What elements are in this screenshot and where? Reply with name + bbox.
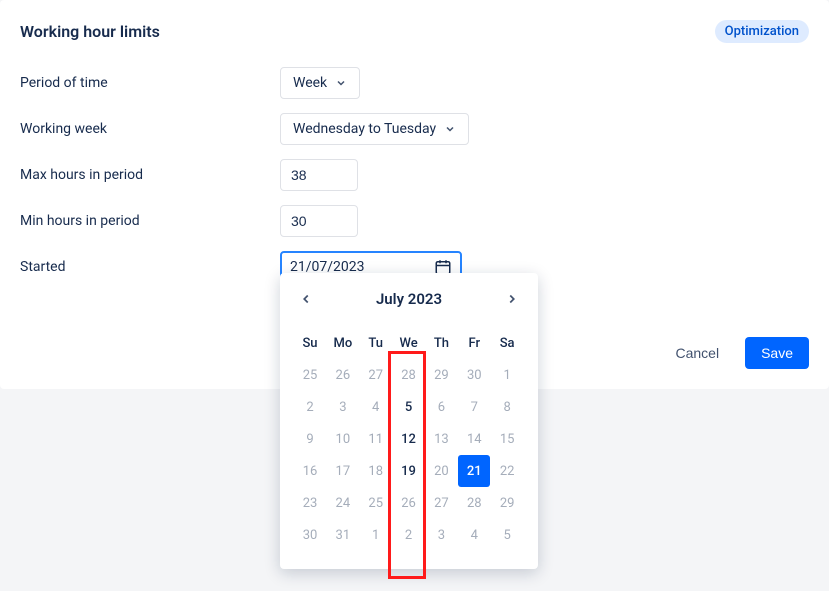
day-of-week-header: Th [425, 327, 457, 359]
working-week-label: Working week [20, 121, 280, 137]
day-of-week-header: Mo [327, 327, 359, 359]
panel-title: Working hour limits [20, 22, 160, 41]
save-button[interactable]: Save [745, 337, 809, 369]
calendar-day[interactable]: 23 [294, 487, 326, 519]
date-picker-grid: SuMoTuWeThFrSa25262728293012345678910111… [294, 327, 524, 551]
working-week-select[interactable]: Wednesday to Tuesday [280, 113, 469, 145]
period-label: Period of time [20, 75, 280, 91]
calendar-day[interactable]: 26 [393, 487, 425, 519]
calendar-day[interactable]: 13 [425, 423, 457, 455]
day-of-week-header: Fr [458, 327, 490, 359]
calendar-day[interactable]: 27 [360, 359, 392, 391]
max-hours-label: Max hours in period [20, 167, 280, 183]
calendar-day[interactable]: 30 [458, 359, 490, 391]
calendar-day[interactable]: 10 [327, 423, 359, 455]
day-of-week-header: Su [294, 327, 326, 359]
panel-header: Working hour limits Optimization [20, 20, 809, 43]
calendar-day[interactable]: 16 [294, 455, 326, 487]
working-week-value: Wednesday to Tuesday [293, 121, 436, 137]
calendar-day[interactable]: 2 [393, 519, 425, 551]
calendar-day[interactable]: 11 [360, 423, 392, 455]
calendar-day[interactable]: 3 [327, 391, 359, 423]
calendar-day[interactable]: 15 [491, 423, 523, 455]
calendar-day[interactable]: 26 [327, 359, 359, 391]
calendar-day[interactable]: 2 [294, 391, 326, 423]
min-hours-input[interactable] [280, 205, 358, 237]
date-picker-month: July 2023 [376, 290, 442, 308]
period-row: Period of time Week [20, 67, 809, 99]
started-label: Started [20, 259, 280, 275]
calendar-day[interactable]: 30 [294, 519, 326, 551]
calendar-day[interactable]: 5 [393, 391, 425, 423]
period-select[interactable]: Week [280, 67, 360, 99]
cancel-button[interactable]: Cancel [665, 337, 729, 369]
period-value: Week [293, 75, 327, 91]
calendar-day[interactable]: 1 [491, 359, 523, 391]
max-hours-input[interactable] [280, 159, 358, 191]
day-of-week-header: We [393, 327, 425, 359]
calendar-day[interactable]: 28 [393, 359, 425, 391]
calendar-day[interactable]: 25 [360, 487, 392, 519]
calendar-day[interactable]: 29 [425, 359, 457, 391]
calendar-day[interactable]: 18 [360, 455, 392, 487]
calendar-day[interactable]: 19 [393, 455, 425, 487]
calendar-day[interactable]: 5 [491, 519, 523, 551]
calendar-day[interactable]: 14 [458, 423, 490, 455]
min-hours-row: Min hours in period [20, 205, 809, 237]
calendar-day[interactable]: 29 [491, 487, 523, 519]
calendar-day[interactable]: 12 [393, 423, 425, 455]
working-week-row: Working week Wednesday to Tuesday [20, 113, 809, 145]
calendar-day[interactable]: 1 [360, 519, 392, 551]
prev-month-button[interactable] [294, 287, 318, 311]
chevron-down-icon [444, 123, 456, 135]
chevron-down-icon [335, 77, 347, 89]
date-picker-header: July 2023 [294, 287, 524, 311]
calendar-day[interactable]: 4 [458, 519, 490, 551]
max-hours-row: Max hours in period [20, 159, 809, 191]
calendar-day[interactable]: 25 [294, 359, 326, 391]
calendar-day[interactable]: 22 [491, 455, 523, 487]
calendar-day[interactable]: 6 [425, 391, 457, 423]
calendar-day[interactable]: 28 [458, 487, 490, 519]
calendar-day[interactable]: 20 [425, 455, 457, 487]
next-month-button[interactable] [500, 287, 524, 311]
calendar-day[interactable]: 27 [425, 487, 457, 519]
calendar-day[interactable]: 9 [294, 423, 326, 455]
calendar-day[interactable]: 31 [327, 519, 359, 551]
calendar-day[interactable]: 21 [458, 455, 490, 487]
date-picker-popover: July 2023 SuMoTuWeThFrSa2526272829301234… [280, 273, 538, 569]
calendar-day[interactable]: 17 [327, 455, 359, 487]
calendar-day[interactable]: 8 [491, 391, 523, 423]
calendar-day[interactable]: 4 [360, 391, 392, 423]
calendar-day[interactable]: 24 [327, 487, 359, 519]
calendar-day[interactable]: 3 [425, 519, 457, 551]
optimization-badge: Optimization [715, 20, 809, 43]
day-of-week-header: Sa [491, 327, 523, 359]
day-of-week-header: Tu [360, 327, 392, 359]
calendar-day[interactable]: 7 [458, 391, 490, 423]
min-hours-label: Min hours in period [20, 213, 280, 229]
